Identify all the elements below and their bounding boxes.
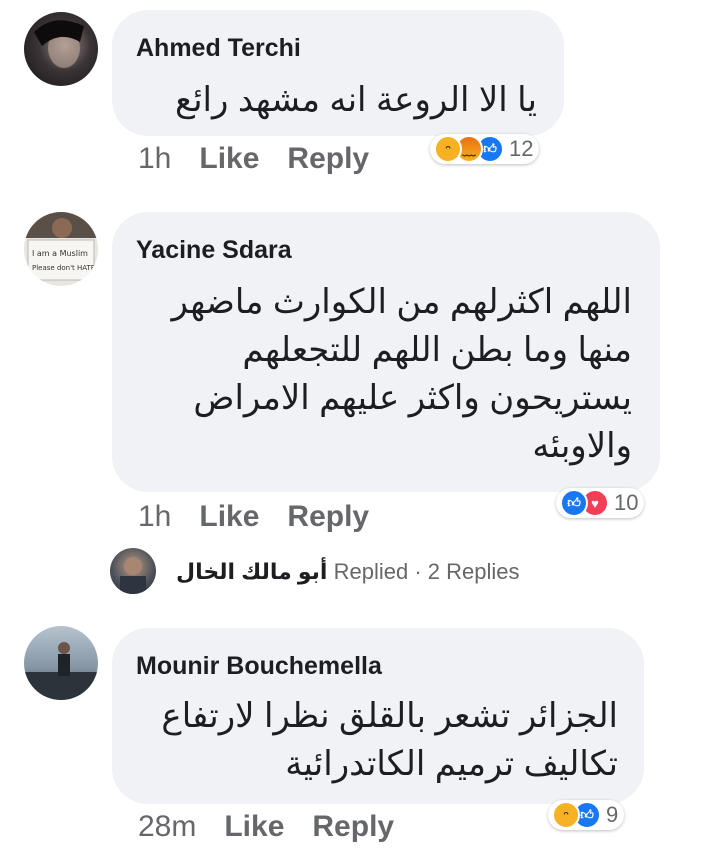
like-button[interactable]: Like <box>199 142 259 175</box>
reaction-summary[interactable]: ᵔ ﹏ 👍︎ 12 <box>430 134 540 164</box>
comment-text: اللهم اكثرلهم من الكوارث ماضهر <box>171 283 632 321</box>
like-button[interactable]: Like <box>224 810 284 843</box>
profile-photo-icon <box>34 20 84 68</box>
avatar[interactable] <box>110 548 156 594</box>
reply-button[interactable]: Reply <box>312 810 394 843</box>
svg-text:I am a Muslim: I am a Muslim <box>32 249 88 258</box>
comment-text: والاوبئه <box>532 427 632 465</box>
comment-text: الجزائر تشعر بالقلق نظرا لارتفاع <box>161 697 618 735</box>
haha-reaction-icon: ᵔ <box>434 135 462 163</box>
profile-photo-icon <box>120 557 146 594</box>
svg-text:Please don't HATE me: Please don't HATE me <box>32 264 98 272</box>
like-reaction-icon: 👍︎ <box>560 489 588 517</box>
comment-actions: 1h Like Reply <box>138 142 369 176</box>
profile-photo-icon: I am a Muslim Please don't HATE me <box>24 212 98 281</box>
separator: · <box>414 559 422 584</box>
view-replies-link[interactable]: أبو مالك الخال Replied · 2 Replies <box>176 559 520 585</box>
avatar[interactable]: I am a Muslim Please don't HATE me <box>24 212 98 286</box>
reaction-summary[interactable]: ᵔ 👍︎ 9 <box>548 800 625 830</box>
comment-text: يا الا الروعة انه مشهد رائع <box>174 81 537 119</box>
reply-count: 2 Replies <box>427 559 520 584</box>
reply-button[interactable]: Reply <box>287 500 369 533</box>
timestamp[interactable]: 1h <box>138 142 171 175</box>
replier-name: أبو مالك الخال <box>176 559 328 584</box>
comment-text: تكاليف ترميم الكاتدرائية <box>285 745 618 783</box>
haha-reaction-icon: ᵔ <box>552 801 580 829</box>
replied-label: Replied <box>333 559 409 584</box>
reaction-summary[interactable]: 👍︎ ♥ 10 <box>556 488 645 518</box>
reply-button[interactable]: Reply <box>287 142 369 175</box>
profile-photo-icon <box>24 642 98 700</box>
comment-author[interactable]: Yacine Sdara <box>136 236 292 265</box>
comment-author[interactable]: Mounir Bouchemella <box>136 652 382 681</box>
reaction-count: 9 <box>606 802 619 827</box>
comment-actions: 28m Like Reply <box>138 810 394 844</box>
like-button[interactable]: Like <box>199 500 259 533</box>
reaction-count: 10 <box>614 490 639 515</box>
comment-author[interactable]: Ahmed Terchi <box>136 34 301 63</box>
avatar[interactable] <box>24 626 98 700</box>
avatar[interactable] <box>24 12 98 86</box>
timestamp[interactable]: 1h <box>138 500 171 533</box>
comment-text: منها وما بطن اللهم للتجعلهم <box>242 331 632 369</box>
comment-text: يستريحون واكثر عليهم الامراض <box>193 379 632 417</box>
timestamp[interactable]: 28m <box>138 810 196 843</box>
comment-actions: 1h Like Reply <box>138 500 369 534</box>
reaction-count: 12 <box>509 136 534 161</box>
